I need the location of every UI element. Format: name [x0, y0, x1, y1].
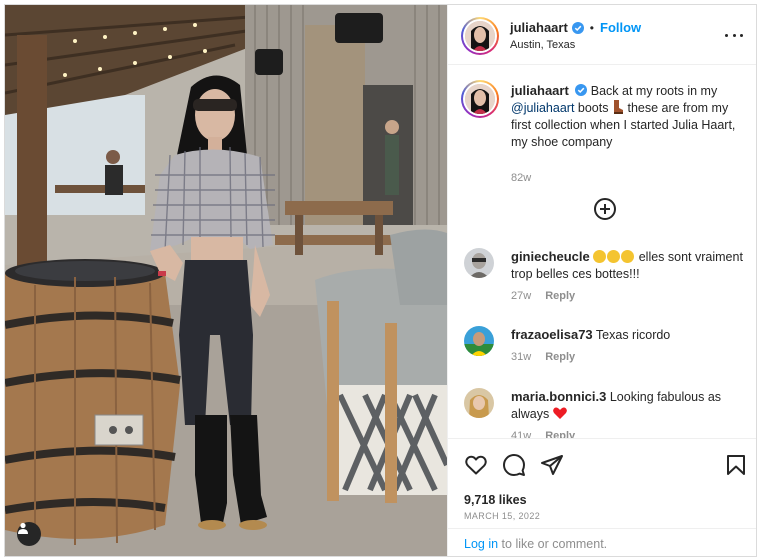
commenter-avatar-image — [464, 248, 494, 278]
heart-eyes-emoji-icon — [593, 250, 607, 263]
commenter-avatar-image — [464, 326, 494, 356]
share-icon — [541, 455, 563, 475]
action-bar: 9,718 likes MARCH 15, 2022 — [448, 438, 756, 528]
comment-text: maria.bonnici.3 Looking fabulous as alwa… — [511, 388, 751, 423]
commenter-avatar[interactable] — [464, 326, 494, 356]
post-details-panel: juliahaart • Follow Austin, Texas juliah… — [447, 5, 756, 556]
share-button[interactable] — [540, 453, 564, 477]
comment-username[interactable]: frazaoelisa73 — [511, 327, 593, 342]
login-prompt-text: to like or comment. — [501, 537, 608, 551]
post-modal: juliahaart • Follow Austin, Texas juliah… — [4, 4, 757, 557]
bookmark-icon — [727, 455, 745, 475]
user-tag-button[interactable] — [17, 522, 41, 546]
comment-text: giniecheucle elles sont vraiment trop be… — [511, 248, 751, 283]
reply-button[interactable]: Reply — [545, 351, 575, 363]
author-avatar-image — [465, 21, 495, 51]
load-more-comments-button[interactable] — [593, 197, 617, 221]
caption-text: juliahaart Back at my roots in my @julia… — [511, 82, 746, 151]
more-options-button[interactable] — [725, 28, 743, 42]
post-date: MARCH 15, 2022 — [464, 511, 541, 521]
follow-button[interactable]: Follow — [600, 20, 641, 35]
caption-text-before: Back at my roots in my — [590, 84, 718, 98]
caption-avatar-image — [465, 84, 495, 114]
commenter-avatar-image — [464, 388, 494, 418]
save-button[interactable] — [724, 453, 748, 477]
comment-timestamp[interactable]: 31w — [511, 351, 531, 363]
caption-avatar[interactable] — [461, 80, 499, 118]
separator-dot: • — [589, 20, 594, 35]
post-photo[interactable] — [5, 5, 447, 556]
heart-icon — [465, 455, 487, 475]
comment-text: frazaoelisa73 Texas ricordo — [511, 326, 751, 344]
more-options-icon — [725, 33, 728, 37]
commenter-avatar[interactable] — [464, 248, 494, 278]
comment-timestamp[interactable]: 41w — [511, 430, 531, 438]
author-username[interactable]: juliahaart — [510, 20, 568, 35]
author-avatar[interactable] — [461, 17, 499, 55]
heart-eyes-emoji-icon — [621, 250, 635, 263]
comment-icon — [503, 454, 525, 476]
plus-circle-icon — [594, 198, 616, 220]
verified-badge-icon — [575, 84, 588, 96]
comment-timestamp[interactable]: 27w — [511, 290, 531, 302]
login-link[interactable]: Log in — [464, 537, 498, 551]
post-location[interactable]: Austin, Texas — [510, 39, 641, 51]
comment-username[interactable]: maria.bonnici.3 — [511, 389, 606, 404]
like-button[interactable] — [464, 453, 488, 477]
comment-button[interactable] — [502, 453, 526, 477]
comment-body: Texas ricordo — [595, 328, 671, 342]
post-header: juliahaart • Follow Austin, Texas — [448, 5, 756, 65]
verified-badge-icon — [571, 21, 584, 34]
reply-button[interactable]: Reply — [545, 290, 575, 302]
user-tag-icon — [18, 522, 28, 534]
boot-emoji-icon — [613, 100, 623, 114]
comment-username[interactable]: giniecheucle — [511, 249, 590, 264]
red-heart-emoji-icon — [552, 407, 567, 419]
caption-mention-link[interactable]: @juliahaart — [511, 101, 574, 115]
heart-eyes-emoji-icon — [607, 250, 621, 263]
reply-button[interactable]: Reply — [545, 430, 575, 438]
caption-text-mid: boots — [577, 101, 609, 115]
commenter-avatar[interactable] — [464, 388, 494, 418]
caption-username[interactable]: juliahaart — [511, 83, 569, 98]
like-count[interactable]: 9,718 likes — [464, 493, 527, 507]
comments-section: juliahaart Back at my roots in my @julia… — [448, 66, 756, 438]
login-prompt: Log in to like or comment. — [448, 528, 756, 556]
photo-illustration — [5, 5, 447, 556]
caption-timestamp[interactable]: 82w — [511, 172, 531, 184]
